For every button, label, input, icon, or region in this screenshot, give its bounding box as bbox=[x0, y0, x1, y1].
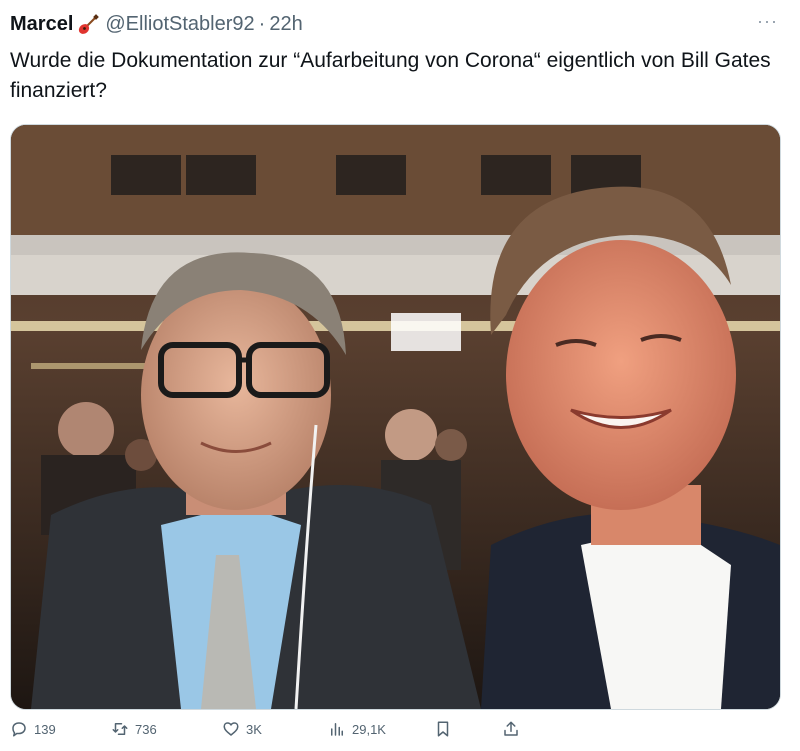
views-count: 29,1K bbox=[352, 721, 386, 737]
retweet-icon bbox=[112, 723, 128, 735]
retweet-button[interactable]: 736 bbox=[111, 720, 157, 738]
photo-image bbox=[11, 125, 780, 709]
timestamp[interactable]: 22h bbox=[269, 13, 302, 36]
views-button[interactable]: 29,1K bbox=[328, 720, 386, 738]
retweet-count: 736 bbox=[135, 721, 157, 737]
tweet-header: Marcel @ElliotStabler92 · 22h bbox=[10, 10, 303, 38]
user-handle[interactable]: @ElliotStabler92 bbox=[105, 13, 254, 36]
separator-dot: · bbox=[258, 12, 266, 35]
tweet-text: Wurde die Dokumentation zur “Aufarbeitun… bbox=[10, 49, 771, 102]
tweet-card[interactable]: Marcel @ElliotStabler92 · 22h ··· Wurde … bbox=[0, 0, 800, 751]
action-bar: 139 736 3K 29,1K bbox=[10, 716, 530, 742]
tweet-photo[interactable] bbox=[10, 124, 781, 710]
reply-button[interactable]: 139 bbox=[10, 720, 56, 738]
like-count: 3K bbox=[246, 721, 262, 737]
display-name[interactable]: Marcel bbox=[10, 13, 73, 36]
views-chart-icon bbox=[331, 723, 343, 736]
share-button[interactable] bbox=[502, 720, 526, 738]
bookmark-icon bbox=[437, 721, 449, 737]
like-button[interactable]: 3K bbox=[222, 720, 262, 738]
more-dots-icon[interactable]: ··· bbox=[757, 12, 778, 30]
bookmark-button[interactable] bbox=[434, 720, 458, 738]
guitar-icon bbox=[77, 14, 100, 36]
reply-icon bbox=[12, 722, 26, 737]
heart-icon bbox=[223, 722, 239, 736]
share-icon bbox=[504, 721, 518, 736]
reply-count: 139 bbox=[34, 721, 56, 737]
